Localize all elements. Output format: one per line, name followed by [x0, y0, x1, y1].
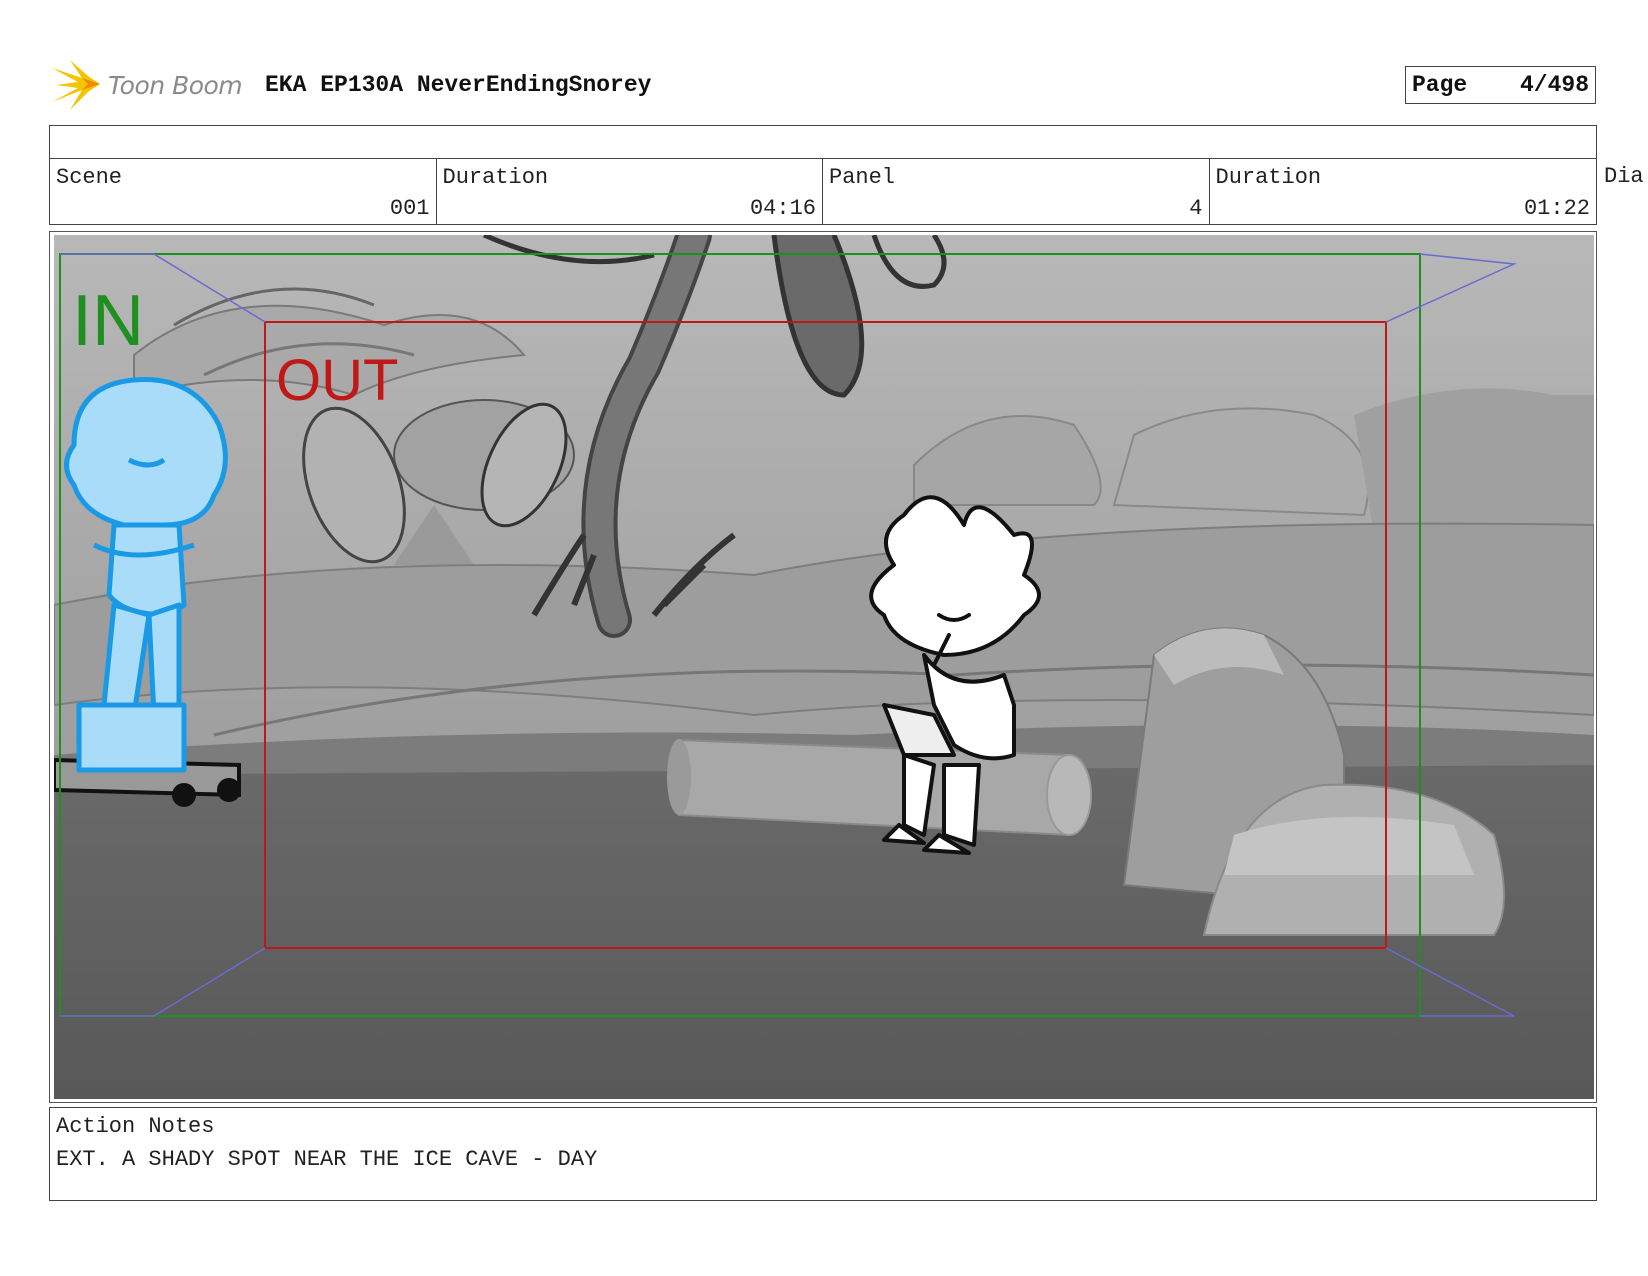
action-notes-label: Action Notes	[56, 1114, 215, 1139]
action-notes-box: Action Notes EXT. A SHADY SPOT NEAR THE …	[49, 1107, 1597, 1201]
page-number: 4/498	[1519, 72, 1589, 98]
storyboard-panel-image: IN OUT	[54, 235, 1594, 1099]
project-title: EKA EP130A NeverEndingSnorey	[265, 72, 652, 98]
camera-out-label: OUT	[276, 348, 398, 413]
starburst-logo-icon	[52, 60, 100, 110]
panel-duration-value: 01:22	[1523, 196, 1590, 221]
header-strip	[49, 125, 1597, 159]
scene-cell: Scene 001	[50, 159, 437, 224]
scene-number: 001	[389, 196, 430, 221]
scene-duration-label: Duration	[442, 165, 549, 190]
panel-cell: Panel 4	[823, 159, 1210, 224]
scene-duration-cell: Duration 04:16	[437, 159, 823, 224]
scene-duration-value: 04:16	[749, 196, 816, 221]
panel-duration-cell: Duration 01:22	[1210, 159, 1597, 224]
dialogue-label-cut-off: Dia	[1604, 164, 1644, 189]
toon-boom-logo: Toon Boom	[52, 58, 248, 112]
panel-duration-label: Duration	[1215, 165, 1322, 190]
panel-number: 4	[1189, 196, 1203, 221]
camera-in-label: IN	[72, 281, 144, 361]
panel-label: Panel	[829, 165, 896, 190]
storyboard-drawing: IN OUT	[54, 235, 1594, 1099]
panel-info-row: Scene 001 Duration 04:16 Panel 4 Duratio…	[49, 158, 1597, 225]
scene-label: Scene	[56, 165, 123, 190]
action-notes-text: EXT. A SHADY SPOT NEAR THE ICE CAVE - DA…	[56, 1147, 598, 1172]
page-label: Page	[1412, 72, 1468, 98]
page-indicator: Page 4/498	[1405, 66, 1596, 104]
logo-wordmark: Toon Boom	[108, 70, 243, 100]
